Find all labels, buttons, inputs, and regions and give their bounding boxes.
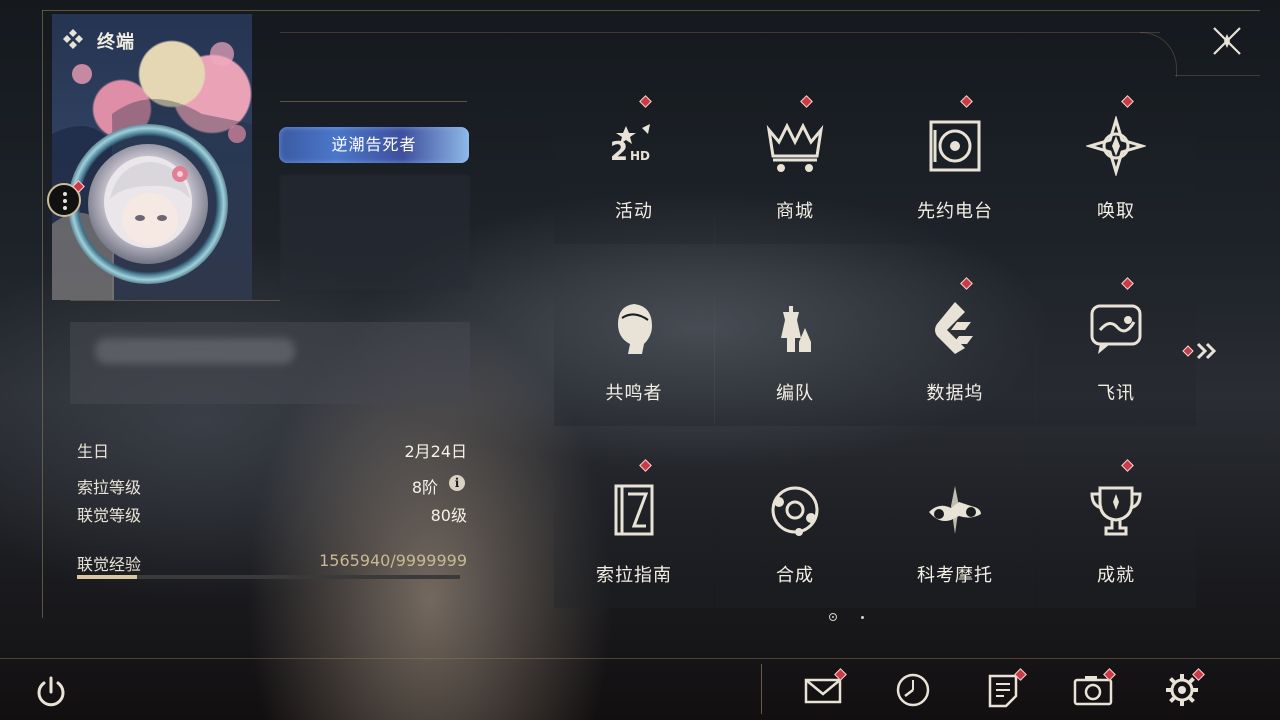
next-page-chevron-icon[interactable] bbox=[1182, 340, 1222, 362]
menu-item-synthesis-orbit[interactable]: 合成 bbox=[715, 458, 875, 608]
menu-item-label: 飞讯 bbox=[1097, 383, 1135, 404]
frame-corner bbox=[1140, 32, 1177, 77]
sol-rank-value: 8阶 bbox=[411, 478, 438, 497]
frame-inner-line bbox=[280, 32, 1160, 33]
power-icon[interactable] bbox=[33, 674, 69, 710]
menu-item-trophy[interactable]: 成就 bbox=[1036, 458, 1196, 608]
menu-item-label: 活动 bbox=[615, 201, 653, 222]
clock-icon[interactable] bbox=[893, 670, 933, 710]
character-head-icon bbox=[618, 304, 652, 354]
terminal-diamond-icon bbox=[63, 29, 83, 49]
notes-icon[interactable] bbox=[984, 668, 1027, 710]
activity-2hd-icon: 2 HD bbox=[610, 124, 650, 167]
union-exp-value: 1565940/9999999 bbox=[319, 551, 467, 570]
synthesis-orbit-icon bbox=[771, 486, 819, 536]
chess-team-icon bbox=[781, 306, 811, 352]
svg-text:HD: HD bbox=[630, 149, 650, 163]
page-title: 终端 bbox=[97, 32, 135, 53]
menu-item-message-bubble[interactable]: 飞讯 bbox=[1036, 276, 1196, 426]
bottom-bar-separator bbox=[761, 664, 762, 714]
frame-right-line bbox=[1175, 75, 1260, 76]
settings-gear-icon[interactable] bbox=[1162, 668, 1205, 710]
mail-icon[interactable] bbox=[804, 668, 847, 710]
frame-top-line bbox=[42, 10, 1260, 11]
guide-book-icon bbox=[614, 484, 654, 536]
shop-cart-icon bbox=[766, 122, 824, 172]
data-dock-icon bbox=[935, 302, 973, 354]
union-level-value: 80级 bbox=[430, 506, 467, 525]
menu-item-motorbike[interactable]: 科考摩托 bbox=[875, 458, 1035, 608]
union-exp-label: 联觉经验 bbox=[77, 555, 142, 574]
menu-item-radio-turntable[interactable]: 先约电台 bbox=[875, 94, 1035, 244]
menu-item-guide-book[interactable]: 索拉指南 bbox=[554, 458, 714, 608]
menu-item-label: 共鸣者 bbox=[605, 383, 663, 404]
blurred-text bbox=[95, 338, 295, 364]
menu-item-label: 合成 bbox=[776, 565, 814, 586]
union-level-label: 联觉等级 bbox=[77, 506, 142, 525]
trophy-icon bbox=[1090, 486, 1142, 536]
exp-progress-fill bbox=[77, 575, 137, 579]
motorbike-icon bbox=[929, 486, 981, 534]
menu-item-shop-cart[interactable]: 商城 bbox=[715, 94, 875, 244]
radio-turntable-icon bbox=[929, 120, 981, 172]
birthday-label: 生日 bbox=[77, 442, 110, 461]
menu-item-chess-team[interactable]: 编队 bbox=[715, 276, 875, 426]
menu-item-data-dock[interactable]: 数据坞 bbox=[875, 276, 1035, 426]
blurred-region bbox=[280, 175, 470, 290]
menu-item-compass-star[interactable]: 唤取 bbox=[1036, 94, 1196, 244]
menu-item-label: 编队 bbox=[776, 383, 814, 404]
bottom-divider bbox=[0, 658, 1280, 659]
title-badge[interactable]: 逆潮告死者 bbox=[279, 127, 469, 163]
menu-item-label: 索拉指南 bbox=[596, 565, 672, 586]
menu-item-label: 数据坞 bbox=[926, 383, 984, 404]
title-divider bbox=[280, 101, 467, 102]
menu-item-label: 唤取 bbox=[1097, 201, 1135, 222]
profile-divider bbox=[70, 300, 280, 301]
page-indicator-active[interactable] bbox=[829, 613, 837, 621]
page-indicator[interactable] bbox=[861, 616, 864, 619]
avatar[interactable] bbox=[88, 144, 208, 264]
menu-item-label: 先约电台 bbox=[917, 201, 993, 222]
svg-text:2: 2 bbox=[610, 137, 628, 167]
menu-item-label: 商城 bbox=[776, 201, 814, 222]
menu-item-character-head[interactable]: 共鸣者 bbox=[554, 276, 714, 426]
message-bubble-icon bbox=[1090, 304, 1142, 354]
menu-item-label: 成就 bbox=[1097, 565, 1135, 586]
info-icon[interactable]: i bbox=[449, 475, 465, 491]
menu-item-label: 科考摩托 bbox=[917, 565, 993, 586]
menu-item-activity-2hd[interactable]: 2 HD 活动 bbox=[554, 94, 714, 244]
frame-left-line bbox=[42, 10, 43, 618]
compass-star-icon bbox=[1086, 116, 1146, 176]
camera-icon[interactable] bbox=[1073, 668, 1116, 710]
birthday-value: 2月24日 bbox=[404, 442, 467, 461]
sol-rank-label: 索拉等级 bbox=[77, 478, 142, 497]
close-icon[interactable] bbox=[1208, 22, 1246, 60]
